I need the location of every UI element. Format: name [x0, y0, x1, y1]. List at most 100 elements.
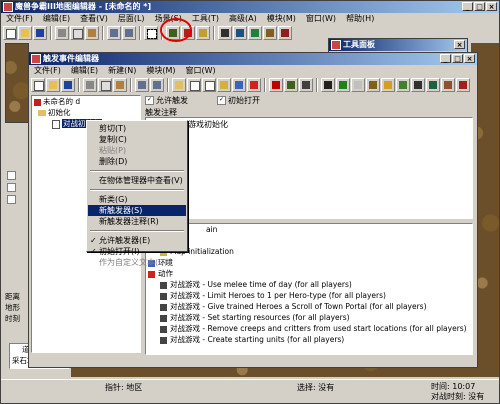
undo-button[interactable]	[135, 78, 149, 92]
tool-button-2[interactable]	[336, 78, 350, 92]
new-map-button[interactable]	[3, 26, 17, 40]
flag-icon[interactable]	[269, 78, 283, 92]
menu-layer[interactable]: 层面(L)	[113, 13, 150, 24]
paste-button[interactable]	[113, 78, 127, 92]
menu-file[interactable]: 文件(F)	[1, 13, 38, 24]
actions-node[interactable]: 动作	[146, 268, 472, 279]
tree-folder[interactable]: 初始化	[32, 107, 140, 118]
new-category-button[interactable]	[172, 78, 186, 92]
ctx-new-trigger-comment[interactable]: 新触发器注释(R)	[88, 216, 186, 227]
new-button[interactable]	[31, 78, 45, 92]
ctx-cut[interactable]: 剪切(T)	[88, 123, 186, 134]
tool-palette-titlebar[interactable]: 工具面板 ×	[329, 39, 467, 51]
ctx-view-in-object-manager[interactable]: 在物体管理器中查看(V)	[88, 175, 186, 186]
save-map-button[interactable]	[33, 26, 47, 40]
tool-palette-title: 工具面板	[343, 40, 375, 49]
trigger-menu-new[interactable]: 新建(N)	[103, 65, 141, 76]
ctx-delete[interactable]: 删除(D)	[88, 156, 186, 167]
action-row[interactable]: 对战游戏 - Set starting resources (for all p…	[146, 312, 472, 323]
action-row[interactable]: 对战游戏 - Create starting units (for all pl…	[146, 334, 472, 345]
tree-map-root[interactable]: 未命名的 d	[32, 96, 140, 107]
select-button[interactable]	[144, 26, 158, 40]
campaign-editor-button[interactable]	[233, 26, 247, 40]
unit-button[interactable]	[299, 78, 313, 92]
trigger-minimize-button[interactable]: _	[440, 54, 451, 63]
left-checkbox-2[interactable]	[7, 183, 18, 192]
conditions-node[interactable]: 环境	[146, 257, 472, 268]
ctx-copy[interactable]: 复制(C)	[88, 134, 186, 145]
trigger-functions-tree[interactable]: ain 事件 Map initialization 环境 动作 对战游戏 - U…	[145, 223, 473, 355]
menu-module[interactable]: 模块(M)	[262, 13, 301, 24]
menu-advanced[interactable]: 高级(A)	[224, 13, 262, 24]
trigger-maximize-button[interactable]: □	[452, 54, 463, 63]
tool-button-1[interactable]	[321, 78, 335, 92]
tool-button-10[interactable]	[456, 78, 470, 92]
initially-on-checkbox[interactable]: ✓	[217, 96, 226, 105]
open-map-button[interactable]	[18, 26, 32, 40]
ctx-new-trigger[interactable]: 新触发器(S)	[88, 205, 186, 216]
minimize-button[interactable]: _	[462, 2, 473, 11]
comment-textarea[interactable]: 默认的对战游戏初始化	[145, 117, 473, 219]
trigger-titlebar[interactable]: 触发事件编辑器 _ □ ×	[29, 53, 477, 65]
palette-close-button[interactable]: ×	[454, 40, 465, 49]
menu-edit[interactable]: 编辑(E)	[38, 13, 75, 24]
ctx-new-category[interactable]: 新类(G)	[88, 194, 186, 205]
redo-button[interactable]	[150, 78, 164, 92]
new-action-button[interactable]	[247, 78, 261, 92]
ai-editor-button[interactable]	[248, 26, 262, 40]
save-button[interactable]	[61, 78, 75, 92]
new-event-button[interactable]	[217, 78, 231, 92]
trigger-menu-window[interactable]: 窗口(W)	[181, 65, 221, 76]
import-manager-button[interactable]	[278, 26, 292, 40]
menu-tools[interactable]: 工具(T)	[187, 13, 224, 24]
new-condition-button[interactable]	[232, 78, 246, 92]
menu-help[interactable]: 帮助(H)	[341, 13, 379, 24]
menu-window[interactable]: 窗口(W)	[301, 13, 341, 24]
close-button[interactable]: ×	[486, 2, 497, 11]
left-checkbox-3[interactable]	[7, 195, 18, 204]
trigger-menu-module[interactable]: 模块(M)	[141, 65, 180, 76]
cut-button[interactable]	[83, 78, 97, 92]
event-map-initialization[interactable]: Map initialization	[146, 246, 472, 257]
left-checkbox-1[interactable]	[7, 171, 18, 180]
new-trigger-button[interactable]	[187, 78, 201, 92]
ctx-enable-trigger[interactable]: ✓ 允许触发器(E)	[88, 235, 186, 246]
terrain-button[interactable]	[284, 78, 298, 92]
tool-button-8[interactable]	[426, 78, 440, 92]
cut-button[interactable]	[55, 26, 69, 40]
open-button[interactable]	[46, 78, 60, 92]
object-editor-button[interactable]	[218, 26, 232, 40]
action-row[interactable]: 对战游戏 - Give trained Heroes a Scroll of T…	[146, 301, 472, 312]
sound-editor-button[interactable]	[196, 26, 210, 40]
copy-button[interactable]	[70, 26, 84, 40]
tool-button-9[interactable]	[441, 78, 455, 92]
paste-button[interactable]	[85, 26, 99, 40]
redo-button[interactable]	[122, 26, 136, 40]
undo-button[interactable]	[107, 26, 121, 40]
tool-button-6[interactable]	[396, 78, 410, 92]
action-row[interactable]: 对战游戏 - Limit Heroes to 1 per Hero-type (…	[146, 290, 472, 301]
trigger-menu-file[interactable]: 文件(F)	[29, 65, 66, 76]
enabled-checkbox-row[interactable]: ✓ 允许触发	[145, 95, 188, 106]
copy-button[interactable]	[98, 78, 112, 92]
tool-button-7[interactable]	[411, 78, 425, 92]
tool-button-5[interactable]	[381, 78, 395, 92]
tool-button-3[interactable]	[351, 78, 365, 92]
minimap[interactable]	[5, 43, 29, 123]
menu-view[interactable]: 查看(V)	[75, 13, 113, 24]
initially-on-checkbox-row[interactable]: ✓ 初始打开	[217, 95, 260, 106]
action-icon	[160, 314, 167, 322]
ctx-initially-on[interactable]: ✓ 初始打开(I)	[88, 246, 186, 257]
tool-button-4[interactable]	[366, 78, 380, 92]
new-comment-button[interactable]	[202, 78, 216, 92]
enabled-checkbox[interactable]: ✓	[145, 96, 154, 105]
action-row[interactable]: 对战游戏 - Use melee time of day (for all pl…	[146, 279, 472, 290]
events-node[interactable]: 事件	[146, 235, 472, 246]
main-titlebar[interactable]: 魔兽争霸III地图编辑器 - [未命名的 *] _ □ ×	[1, 1, 499, 13]
trigger-menu-edit[interactable]: 编辑(E)	[66, 65, 103, 76]
label-terrain: 地形	[5, 303, 20, 312]
action-row[interactable]: 对战游戏 - Remove creeps and critters from u…	[146, 323, 472, 334]
trigger-close-button[interactable]: ×	[464, 54, 475, 63]
object-manager-button[interactable]	[263, 26, 277, 40]
maximize-button[interactable]: □	[474, 2, 485, 11]
